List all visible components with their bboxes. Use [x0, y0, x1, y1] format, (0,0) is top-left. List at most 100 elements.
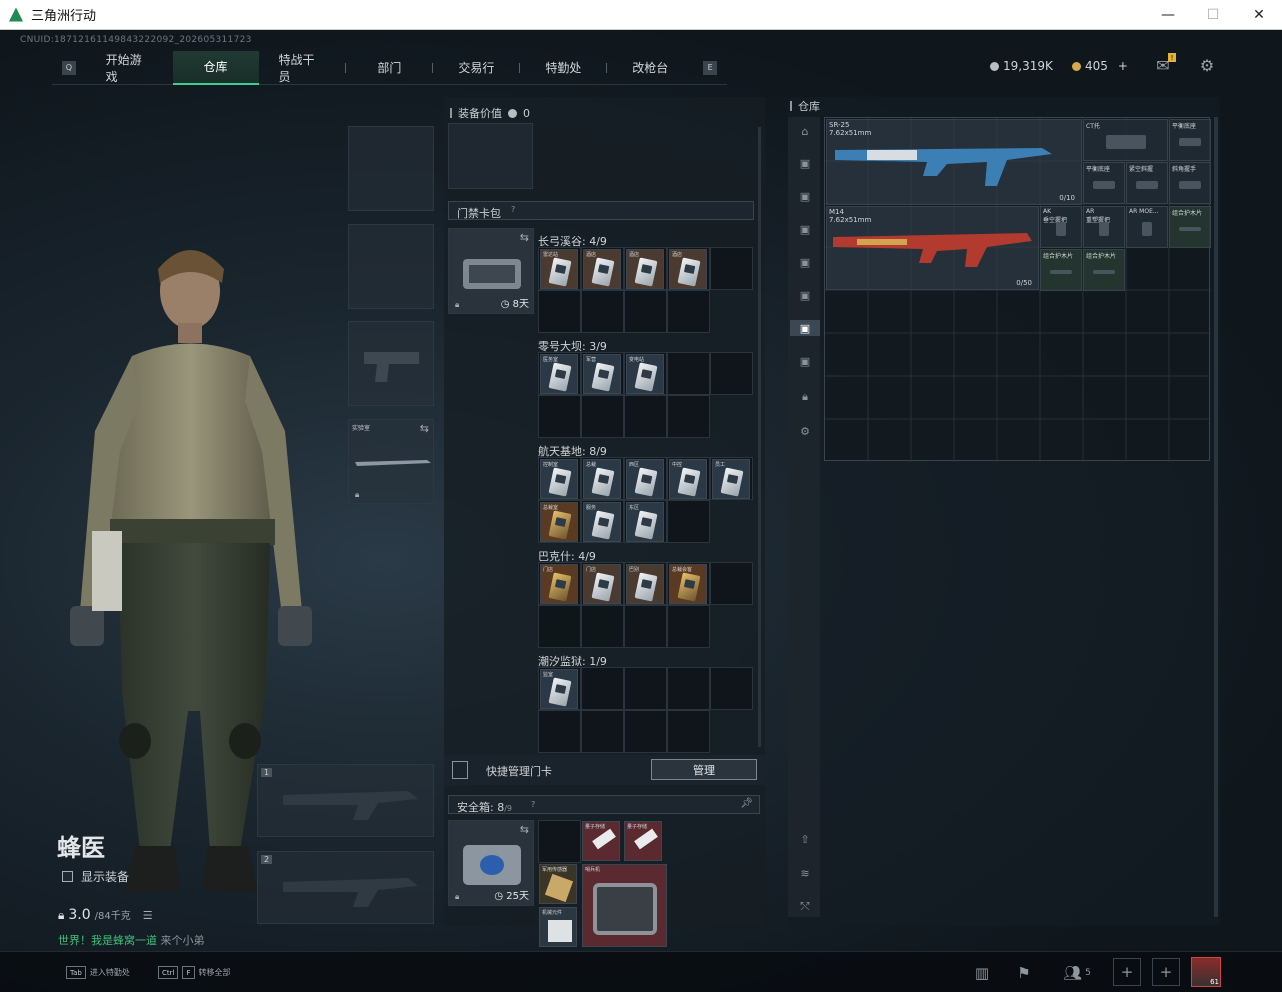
minimize-button[interactable]: — — [1145, 0, 1191, 30]
item-handguard[interactable]: 组合护木片 — [1040, 249, 1082, 291]
manage-button[interactable]: 管理 — [651, 759, 757, 780]
keycard-slot[interactable] — [667, 500, 710, 543]
keycard-item[interactable]: 总裁 — [583, 459, 621, 499]
item-ar-moe[interactable]: AR MOE... — [1126, 206, 1168, 248]
keycard-slot[interactable] — [624, 290, 667, 333]
stats-chart-icon[interactable]: ▥ — [972, 963, 992, 983]
safebox-item[interactable]: ⇆ 🔒︎ ◷ 25天 — [448, 820, 534, 906]
hint-transfer-all[interactable]: Ctrl F 转移全部 — [158, 966, 231, 979]
warehouse-page-7-icon[interactable]: ▣ — [796, 353, 814, 369]
keycard-slot[interactable] — [710, 667, 753, 710]
warehouse-page-2-icon[interactable]: ▣ — [796, 188, 814, 204]
tab-market[interactable]: 交易行 — [433, 51, 519, 85]
tab-operators[interactable]: 特战干员 — [259, 51, 346, 85]
keycard-slot[interactable] — [581, 710, 624, 753]
safebox-item-component[interactable]: 机械元件 — [539, 907, 577, 947]
item-ct-stock[interactable]: CT托 — [1083, 119, 1168, 161]
primary-weapon-slot[interactable]: 1 — [257, 764, 434, 837]
keycard-item[interactable]: 酒店 — [669, 249, 707, 289]
show-equipment-checkbox[interactable] — [62, 871, 73, 882]
keycard-slot[interactable] — [667, 605, 710, 648]
keycard-slot[interactable] — [581, 605, 624, 648]
swap-icon[interactable]: ⇆ — [520, 823, 529, 836]
melee-slot[interactable]: 实验室 ⇆ 🔒︎ — [348, 419, 434, 504]
safebox-item-sensor[interactable]: 军用传感器 — [539, 864, 577, 904]
keycard-slot[interactable] — [710, 562, 753, 605]
keycard-slot[interactable] — [667, 667, 710, 710]
keycard-slot[interactable] — [667, 710, 710, 753]
warehouse-page-1-icon[interactable]: ▣ — [796, 155, 814, 171]
show-equipment-toggle[interactable]: 显示装备 — [62, 868, 129, 885]
warehouse-layers-icon[interactable]: ≋ — [796, 865, 814, 881]
keycard-slot[interactable] — [624, 667, 667, 710]
safebox-item-quantum[interactable]: 量子存储 — [624, 821, 662, 861]
warehouse-page-4-icon[interactable]: ▣ — [796, 254, 814, 270]
flag-icon[interactable]: ⚑ — [1014, 963, 1034, 983]
item-balance-base[interactable]: 平衡底座 — [1083, 162, 1125, 204]
pistol-slot[interactable] — [348, 321, 434, 406]
nav-next-key[interactable]: E — [703, 60, 717, 75]
item-balance-base[interactable]: 平衡底座 — [1169, 119, 1211, 161]
keycard-item[interactable]: 监室 — [540, 669, 578, 709]
item-angled-grip[interactable]: 紧空斜握 — [1126, 162, 1168, 204]
keycard-item[interactable]: 西区 — [626, 459, 664, 499]
keycard-slot[interactable] — [667, 395, 710, 438]
item-angled-grip[interactable]: 斜角握手 — [1169, 162, 1211, 204]
armor-slot[interactable] — [348, 224, 434, 309]
hint-special-office[interactable]: Tab 进入特勤处 — [66, 966, 130, 979]
keycard-slot[interactable] — [624, 395, 667, 438]
warehouse-scrollbar[interactable] — [1214, 117, 1218, 917]
keycard-slot[interactable] — [581, 667, 624, 710]
tab-gunsmith[interactable]: 改枪台 — [607, 51, 693, 85]
warehouse-page-3-icon[interactable]: ▣ — [796, 221, 814, 237]
keycard-item[interactable]: 医务室 — [540, 354, 578, 394]
keycard-item[interactable]: 军营 — [583, 354, 621, 394]
item-m14[interactable]: M14 7.62x51mm 0/50 — [826, 206, 1039, 290]
item-ar-grip[interactable]: AR 重塑握把 — [1083, 206, 1125, 248]
keycard-slot[interactable] — [581, 395, 624, 438]
keycard-pack-item[interactable]: ⇆ 🔒︎ ◷ 8天 — [448, 228, 534, 314]
swap-icon[interactable]: ⇆ — [420, 422, 429, 435]
add-squad-slot-button[interactable]: + — [1113, 958, 1141, 986]
item-ak-grip[interactable]: AK 垂空握把 — [1040, 206, 1082, 248]
help-icon[interactable]: ? — [531, 800, 535, 809]
keycard-slot[interactable] — [667, 352, 710, 395]
warehouse-page-6-icon[interactable]: ▣ — [790, 320, 820, 336]
item-sr25[interactable]: SR-25 7.62x51mm 0/10 — [826, 119, 1082, 205]
keycard-item[interactable]: 总裁会客 — [669, 564, 707, 604]
keycard-item[interactable]: 控制室 — [540, 459, 578, 499]
warehouse-transfer-icon[interactable]: ⤲ — [796, 899, 814, 915]
item-handguard[interactable]: 组合护木片 — [1083, 249, 1125, 291]
warehouse-page-5-icon[interactable]: ▣ — [796, 287, 814, 303]
keycard-item[interactable]: 酒店 — [583, 249, 621, 289]
add-squad-slot-button[interactable]: + — [1152, 958, 1180, 986]
close-button[interactable]: ✕ — [1236, 0, 1282, 30]
keycard-slot[interactable] — [538, 710, 581, 753]
keycard-slot[interactable] — [538, 395, 581, 438]
keycard-item[interactable]: 员工 — [712, 459, 750, 499]
keycard-slot[interactable] — [667, 290, 710, 333]
tab-department[interactable]: 部门 — [346, 51, 432, 85]
keycard-scrollbar[interactable] — [758, 127, 761, 747]
keycard-slot[interactable] — [710, 352, 753, 395]
warehouse-sort-icon[interactable]: ⇧ — [796, 831, 814, 847]
tab-start-game[interactable]: 开始游戏 — [86, 51, 173, 85]
safebox-item-sentry[interactable]: 哨兵机 — [582, 864, 667, 947]
backpack-slot[interactable] — [448, 123, 533, 189]
helmet-slot[interactable] — [348, 126, 434, 211]
tab-warehouse[interactable]: 仓库 — [172, 50, 259, 85]
maximize-button[interactable]: ☐ — [1190, 0, 1236, 30]
mail-icon[interactable]: ✉ ! — [1154, 53, 1176, 75]
nav-prev-key[interactable]: Q — [62, 60, 76, 75]
item-handguard[interactable]: 组合护木片 — [1169, 206, 1211, 248]
help-icon[interactable]: ? — [511, 205, 515, 214]
keycard-slot[interactable] — [624, 710, 667, 753]
keycard-slot[interactable] — [710, 247, 753, 290]
player-avatar[interactable]: 61 — [1191, 957, 1221, 987]
keycard-item[interactable]: 门店 — [583, 564, 621, 604]
keycard-slot[interactable] — [538, 605, 581, 648]
warehouse-all-icon[interactable]: ⌂ — [796, 123, 814, 139]
keycard-item[interactable]: 中控 — [669, 459, 707, 499]
settings-gear-icon[interactable]: ⚙ — [1198, 56, 1216, 75]
keycard-item[interactable]: 酒店 — [626, 249, 664, 289]
